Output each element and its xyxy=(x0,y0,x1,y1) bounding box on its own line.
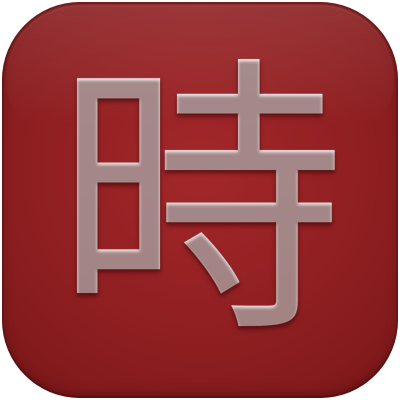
app-icon[interactable]: 時 xyxy=(2,2,398,398)
icon-canvas: 時 xyxy=(0,0,400,400)
character-glyph: 時 xyxy=(2,6,398,398)
